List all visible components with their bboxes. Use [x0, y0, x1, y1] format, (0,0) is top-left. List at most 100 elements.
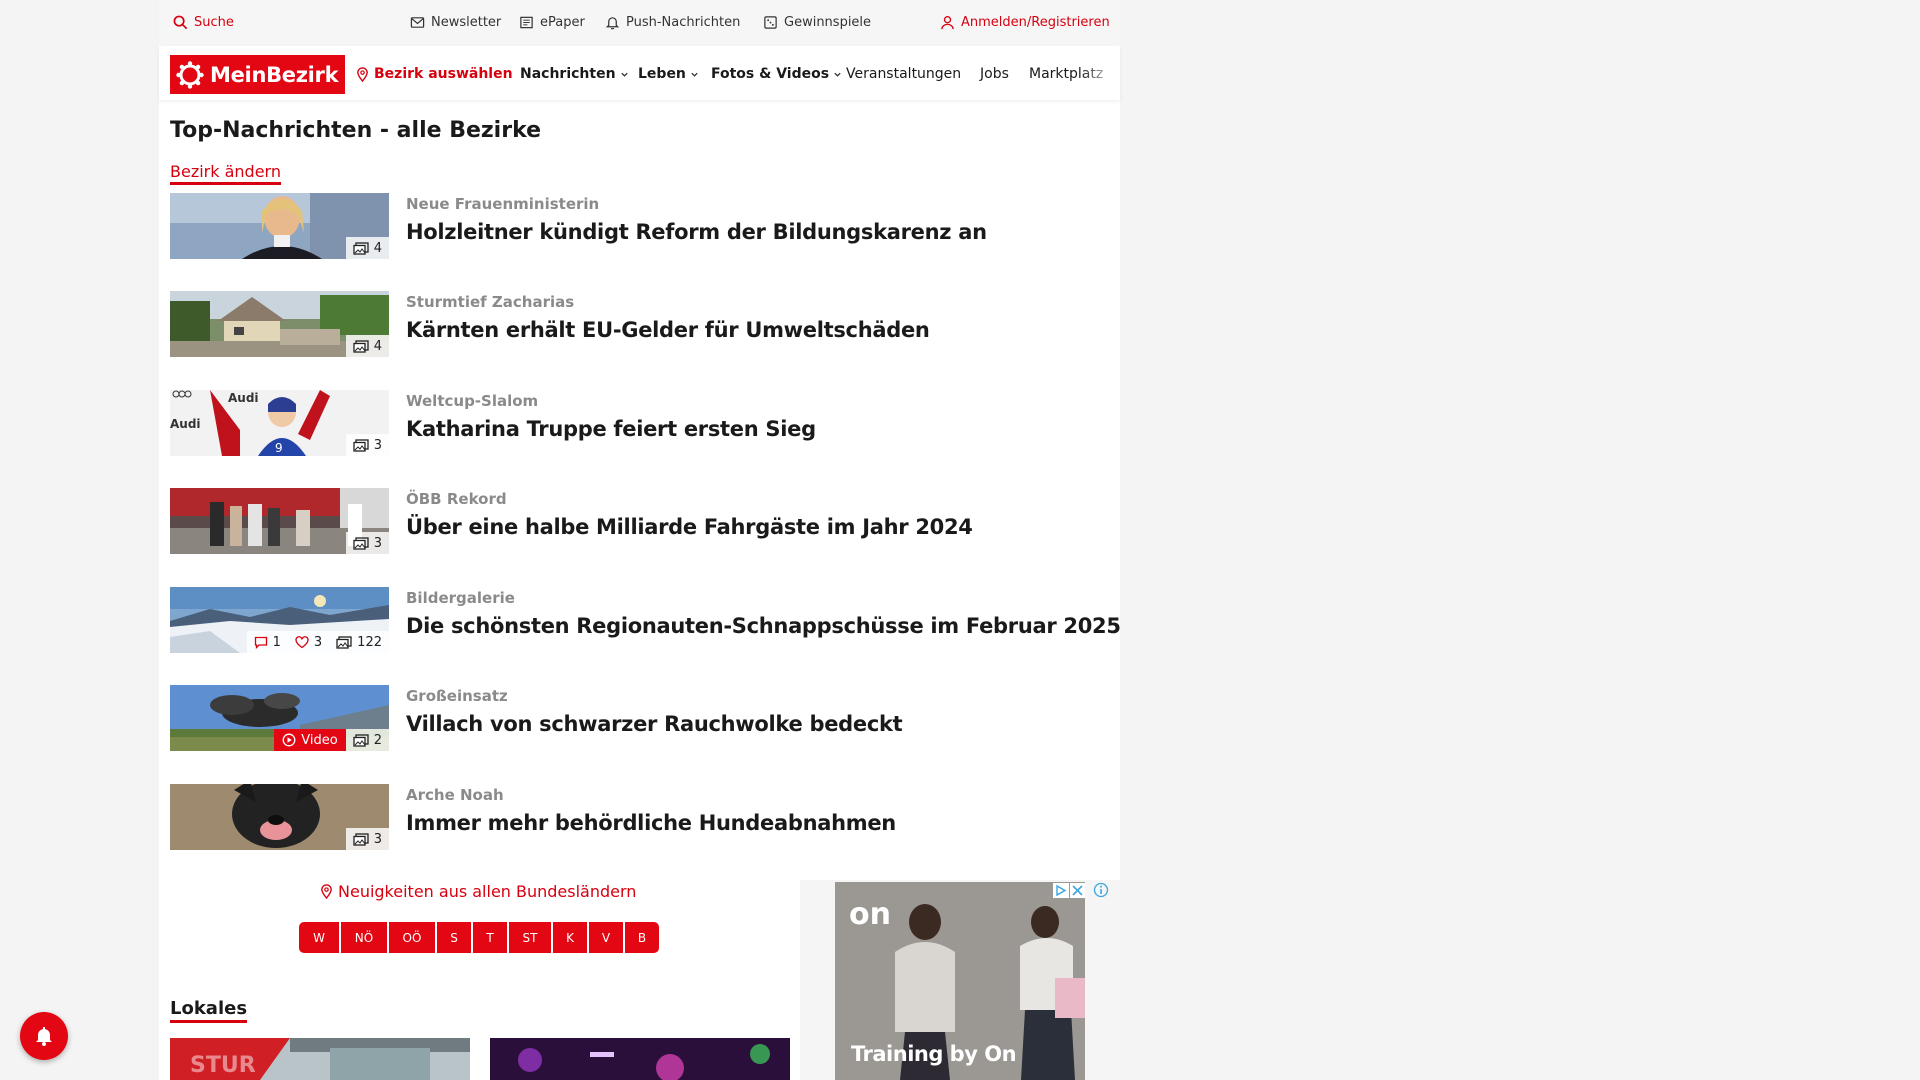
user-icon [941, 16, 954, 30]
article-thumbnail[interactable]: 3 [170, 488, 389, 554]
bundesland-button-b[interactable]: B [625, 922, 659, 953]
nav-leben[interactable]: Leben [638, 66, 699, 82]
utility-bar: Suche Newsletter ePaper Push-Nachrichten… [159, 0, 1120, 46]
article-thumbnail[interactable]: 1 3 122 [170, 587, 389, 653]
bundeslaender-label: Neuigkeiten aus allen Bundesländern [338, 882, 637, 901]
gewinnspiele-link[interactable]: Gewinnspiele [763, 15, 871, 30]
meinbezirk-logo[interactable]: MeinBezirk [170, 55, 345, 94]
article-item[interactable]: 3 ÖBB Rekord Über eine halbe Milliarde F… [170, 488, 1110, 554]
article-thumbnail[interactable]: 4 [170, 291, 389, 357]
bell-icon [36, 1027, 52, 1046]
push-label: Push-Nachrichten [626, 15, 741, 30]
article-kicker: Großeinsatz [406, 687, 508, 705]
login-label: Anmelden/Registrieren [961, 15, 1110, 30]
thumbnail-badges: 4 [345, 335, 389, 357]
nav-leben-label: Leben [638, 66, 686, 82]
bundesland-button-ooe[interactable]: OÖ [389, 922, 435, 953]
thumbnail-badges: 4 [345, 237, 389, 259]
photo-count-badge: 3 [345, 532, 389, 554]
photo-count: 2 [373, 732, 382, 748]
article-title[interactable]: Katharina Truppe feiert ersten Sieg [406, 417, 816, 441]
push-notification-button[interactable] [20, 1012, 68, 1060]
photo-count: 122 [357, 634, 382, 650]
photo-count: 3 [373, 437, 382, 453]
nav-jobs[interactable]: Jobs [980, 66, 1009, 82]
article-thumbnail[interactable]: Video 2 [170, 685, 389, 751]
sun-logo-icon [176, 60, 204, 89]
svg-text:Audi: Audi [228, 391, 259, 405]
bundesland-button-noe[interactable]: NÖ [341, 922, 387, 953]
article-item[interactable]: Video 2 Großeinsatz Villach von schwarze… [170, 685, 1110, 751]
ad-title: Training by On [851, 1042, 1017, 1066]
bezirk-select[interactable]: Bezirk auswählen [355, 66, 513, 82]
photo-count: 4 [373, 338, 382, 354]
nav-veranstaltungen-label: Veranstaltungen [846, 66, 962, 82]
bundeslaender-heading[interactable]: Neuigkeiten aus allen Bundesländern [319, 882, 636, 901]
svg-text:STUR: STUR [190, 1053, 256, 1078]
push-link[interactable]: Push-Nachrichten [605, 15, 740, 30]
article-item[interactable]: 4 Neue Frauenministerin Holzleitner künd… [170, 193, 1110, 259]
article-title[interactable]: Die schönsten Regionauten-Schnappschüsse… [406, 614, 1121, 638]
video-label: Video [301, 732, 338, 748]
article-title[interactable]: Kärnten erhält EU-Gelder für Umweltschäd… [406, 318, 930, 342]
article-title[interactable]: Holzleitner kündigt Reform der Bildungsk… [406, 220, 987, 244]
comment-icon [254, 636, 267, 649]
photo-count: 3 [373, 535, 382, 551]
lokales-card[interactable]: STUR [170, 1038, 470, 1080]
article-item[interactable]: 1 3 122 Bildergalerie Die schönsten Regi… [170, 587, 1121, 653]
thumbnail-badges: 3 [345, 828, 389, 850]
article-thumbnail[interactable]: 3 [170, 784, 389, 850]
thumbnail-badges: Video 2 [274, 729, 389, 751]
photo-count-badge: 2 [345, 729, 389, 751]
page-title: Top-Nachrichten - alle Bezirke [170, 118, 542, 143]
login-link[interactable]: Anmelden/Registrieren [940, 15, 1110, 30]
bundesland-button-v[interactable]: V [589, 922, 623, 953]
article-item[interactable]: 3 Arche Noah Immer mehr behördliche Hund… [170, 784, 1110, 850]
article-title[interactable]: Villach von schwarzer Rauchwolke bedeckt [406, 712, 903, 736]
ad-info-icon[interactable] [1093, 882, 1109, 901]
article-kicker: Arche Noah [406, 786, 504, 804]
article-item[interactable]: 4 Sturmtief Zacharias Kärnten erhält EU-… [170, 291, 1110, 357]
search-label: Suche [194, 15, 234, 30]
bundesland-button-k[interactable]: K [553, 922, 587, 953]
nav-fotos-videos[interactable]: Fotos & Videos [711, 66, 842, 82]
bezirk-aendern-link[interactable]: Bezirk ändern [170, 162, 281, 185]
on-brand-logo: on [849, 897, 891, 932]
bundesland-button-t[interactable]: T [473, 922, 507, 953]
comment-count-badge: 1 [246, 631, 288, 653]
newsletter-link[interactable]: Newsletter [410, 15, 501, 30]
lokales-card-image [490, 1038, 790, 1080]
epaper-link[interactable]: ePaper [519, 15, 585, 30]
dice-icon [764, 16, 777, 29]
ad-choices-icon[interactable] [1053, 883, 1085, 901]
gallery-icon [353, 536, 369, 550]
bell-icon [605, 17, 620, 30]
photo-count-badge: 3 [345, 434, 389, 456]
search-icon [173, 15, 188, 30]
lokales-card[interactable] [490, 1038, 790, 1080]
search-link[interactable]: Suche [173, 15, 234, 30]
bundesland-button-w[interactable]: W [299, 922, 339, 953]
chevron-down-icon [620, 72, 628, 77]
mail-icon [410, 17, 425, 28]
heart-icon [295, 635, 309, 648]
bundesland-button-st[interactable]: ST [509, 922, 551, 953]
article-title[interactable]: Immer mehr behördliche Hundeabnahmen [406, 811, 896, 835]
nav-veranstaltungen[interactable]: Veranstaltungen [846, 66, 961, 82]
gallery-icon [353, 438, 369, 452]
photo-count: 3 [373, 831, 382, 847]
article-thumbnail[interactable]: 4 [170, 193, 389, 259]
gewinnspiele-label: Gewinnspiele [784, 15, 872, 30]
lokales-heading: Lokales [170, 998, 248, 1023]
photo-count: 4 [373, 240, 382, 256]
gallery-icon [353, 832, 369, 846]
article-thumbnail[interactable]: Audi Audi 9 3 [170, 390, 389, 456]
ad-banner[interactable]: on Training by On [835, 882, 1085, 1080]
photo-count-badge: 3 [345, 828, 389, 850]
newspaper-icon [520, 16, 533, 29]
bundesland-button-s[interactable]: S [437, 922, 471, 953]
location-pin-icon [357, 66, 368, 82]
nav-nachrichten[interactable]: Nachrichten [520, 66, 629, 82]
article-item[interactable]: Audi Audi 9 3 Weltcup-Slalom Katharina T… [170, 390, 1110, 456]
article-title[interactable]: Über eine halbe Milliarde Fahrgäste im J… [406, 515, 973, 539]
